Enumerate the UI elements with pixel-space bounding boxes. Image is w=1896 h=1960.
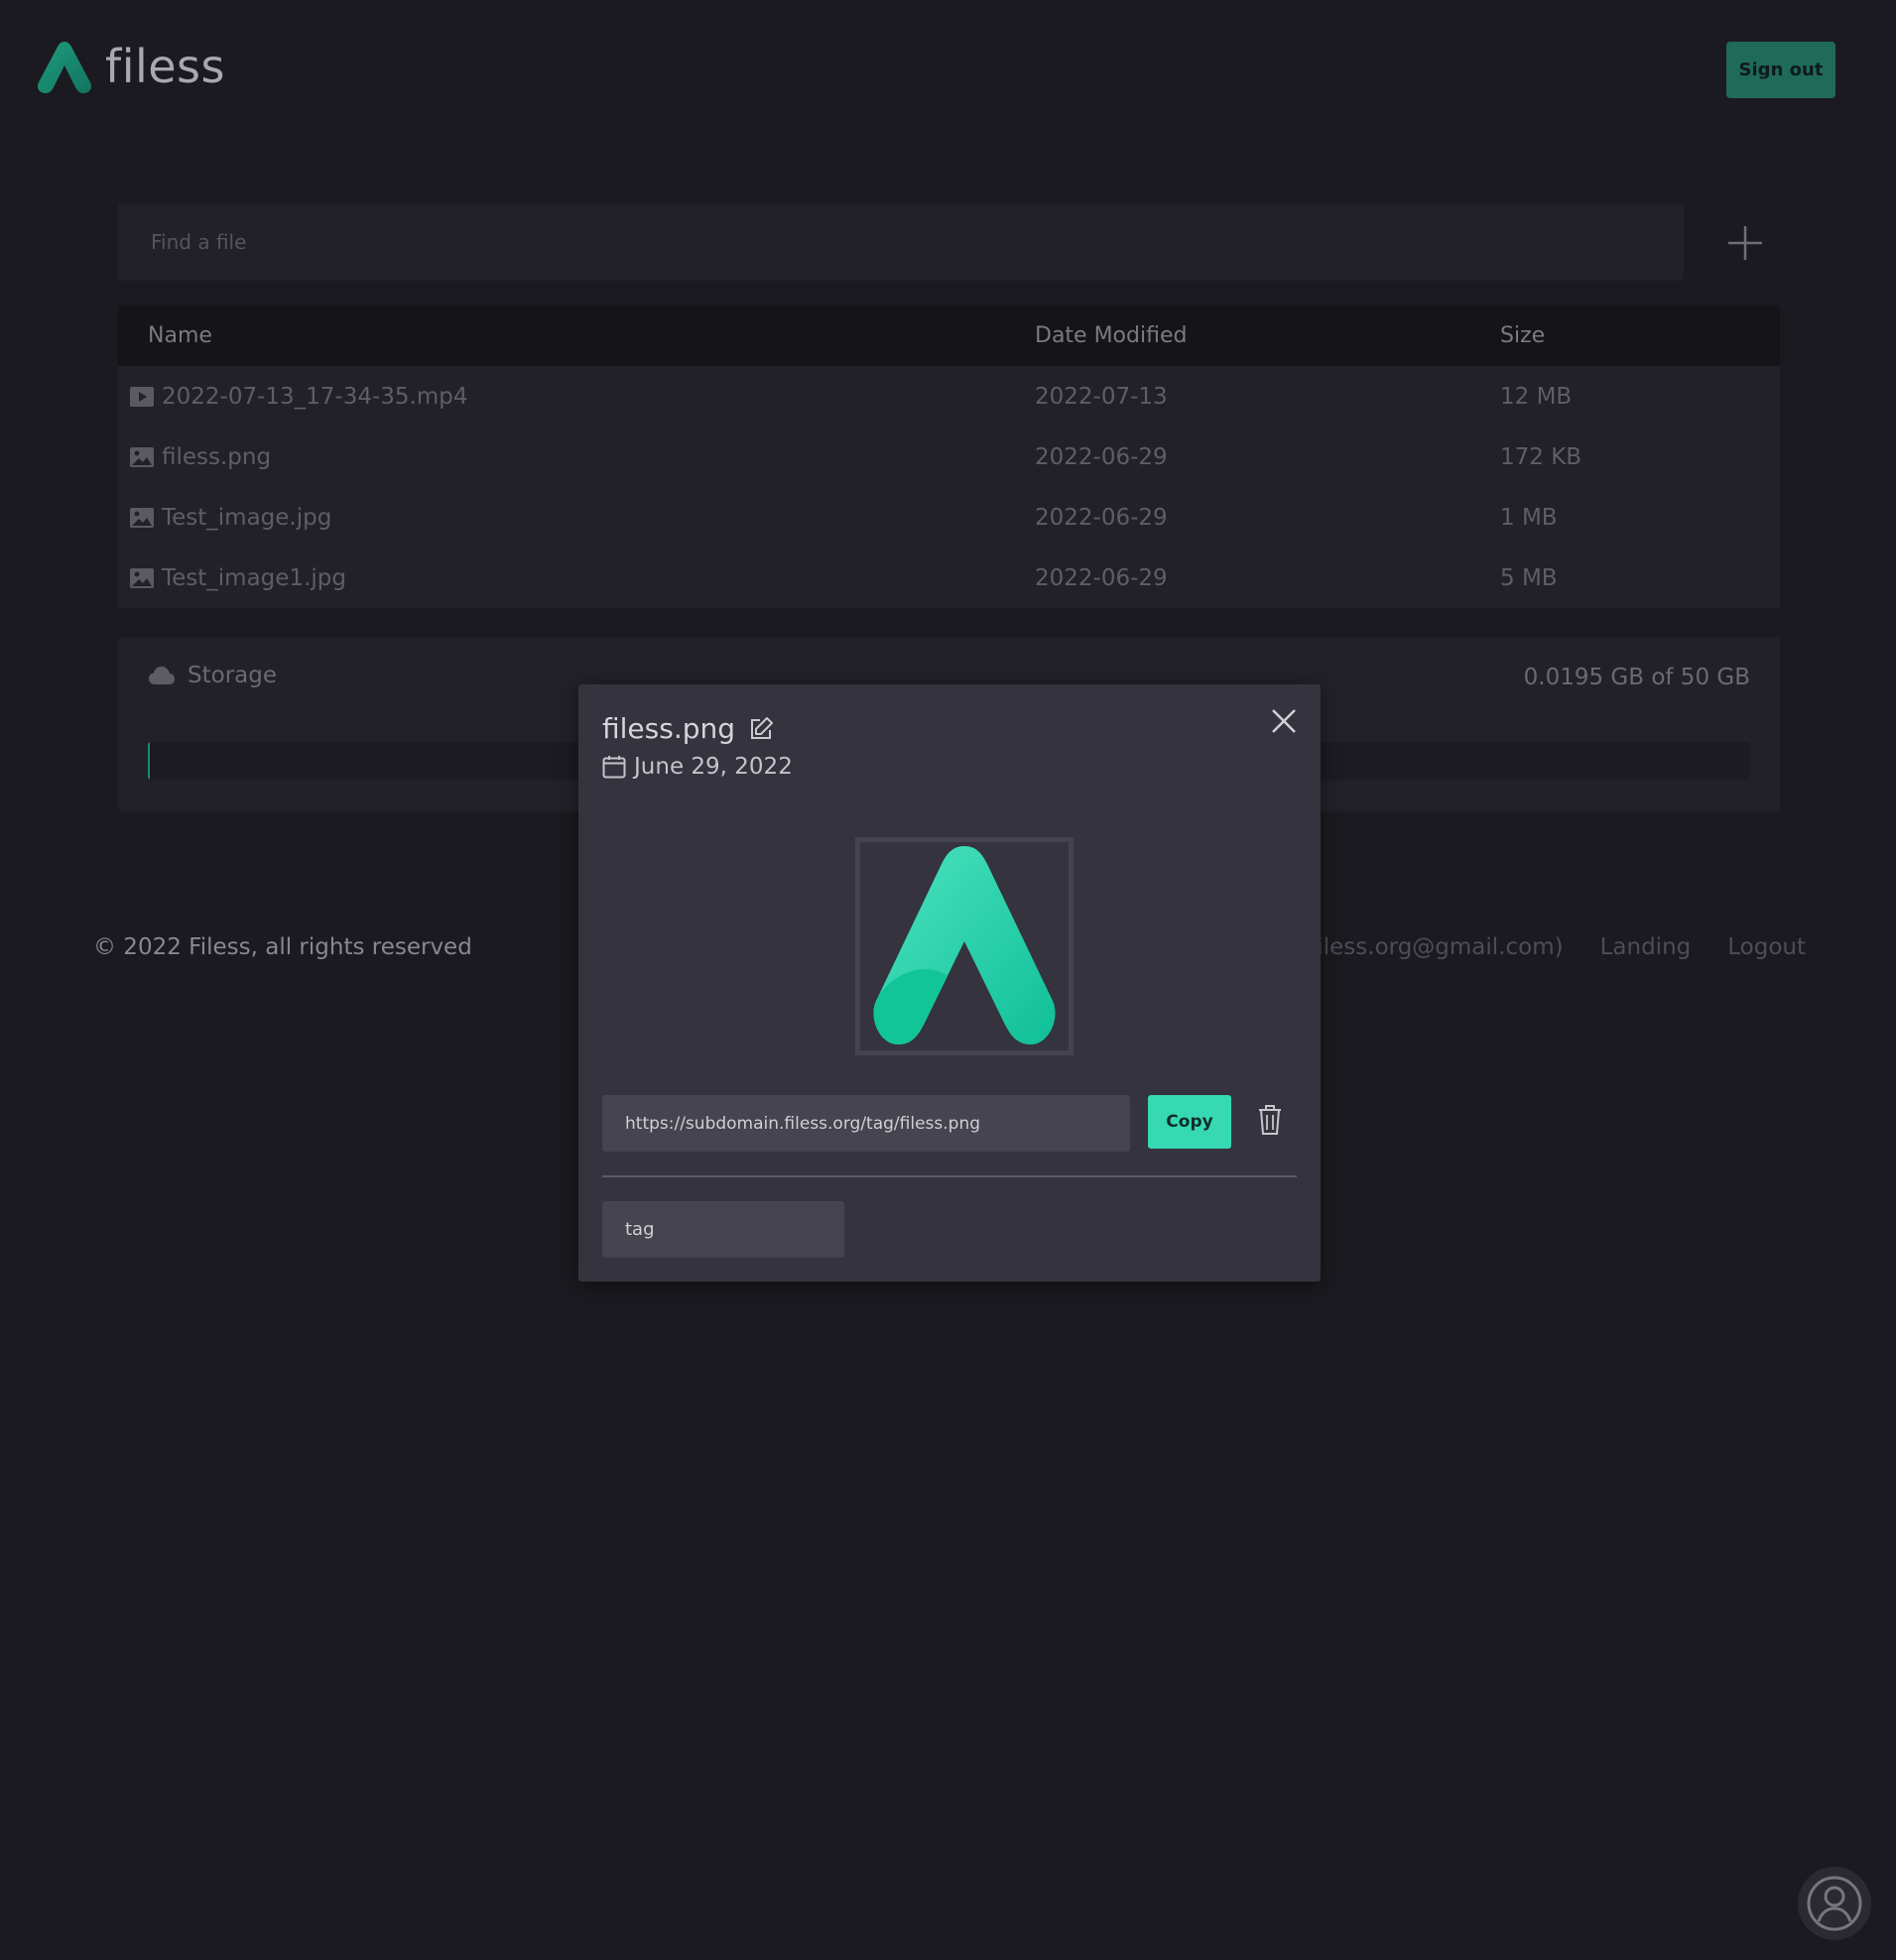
calendar-icon [602,756,626,779]
table-row[interactable]: Test_image.jpg 2022-06-29 1 MB [118,487,1780,548]
table-header: Name Date Modified Size [118,306,1780,366]
image-file-icon [130,446,154,467]
file-preview-image [855,837,1074,1055]
file-name: Test_image.jpg [162,504,332,531]
copy-url-button[interactable]: Copy [1148,1095,1231,1149]
image-file-icon [130,567,154,588]
share-url-input[interactable] [602,1095,1130,1152]
file-name: 2022-07-13_17-34-35.mp4 [162,383,468,410]
sign-out-button[interactable]: Sign out [1726,42,1835,98]
brand-name: filess [105,40,225,93]
footer-copyright: © 2022 Filess, all rights reserved [93,934,472,960]
column-header-name[interactable]: Name [118,323,1035,348]
add-file-button[interactable] [1718,216,1772,270]
file-date: 2022-07-13 [1035,383,1168,410]
file-size: 5 MB [1500,564,1558,591]
filess-logo-preview [873,846,1056,1044]
edit-icon [751,716,774,739]
tag-field [602,1201,844,1258]
storage-label: Storage [188,663,277,688]
modal-file-date: June 29, 2022 [634,754,793,780]
column-header-size[interactable]: Size [1500,323,1780,348]
close-modal-button[interactable] [1266,703,1302,739]
file-size: 1 MB [1500,504,1558,531]
delete-file-button[interactable] [1253,1102,1287,1140]
plus-icon [1728,226,1762,260]
search-input[interactable] [118,203,1684,281]
footer-link-logout[interactable]: Logout [1727,934,1806,960]
search-bar [118,203,1684,281]
file-date: 2022-06-29 [1035,564,1168,591]
file-details-modal: filess.png June 29, 2022 https://subdoma… [578,684,1321,1282]
storage-progress-fill [148,742,150,780]
filess-logo-icon [37,42,92,93]
storage-usage: 0.0195 GB of 50 GB [1523,665,1750,690]
tag-input[interactable] [602,1201,844,1258]
share-url-field [602,1095,1130,1152]
rename-button[interactable] [747,715,775,743]
video-file-icon [130,386,154,407]
file-name: filess.png [162,443,272,470]
file-size: 12 MB [1500,383,1573,410]
trash-icon [1259,1105,1281,1135]
account-avatar-button[interactable] [1798,1867,1871,1940]
modal-file-name: filess.png [602,712,736,745]
footer-link-landing[interactable]: Landing [1600,934,1692,960]
close-icon [1272,709,1296,733]
image-file-icon [130,507,154,528]
cloud-icon [149,667,175,684]
file-name: Test_image1.jpg [162,564,346,591]
file-table: Name Date Modified Size 2022-07-13_17-34… [118,306,1780,608]
file-date: 2022-06-29 [1035,504,1168,531]
table-row[interactable]: filess.png 2022-06-29 172 KB [118,427,1780,487]
table-row[interactable]: Test_image1.jpg 2022-06-29 5 MB [118,548,1780,608]
user-icon [1807,1876,1862,1931]
file-date: 2022-06-29 [1035,443,1168,470]
column-header-date[interactable]: Date Modified [1035,323,1500,348]
modal-divider [602,1175,1297,1177]
filess-logo[interactable]: filess [34,38,225,95]
table-row[interactable]: 2022-07-13_17-34-35.mp4 2022-07-13 12 MB [118,366,1780,427]
file-size: 172 KB [1500,443,1582,470]
